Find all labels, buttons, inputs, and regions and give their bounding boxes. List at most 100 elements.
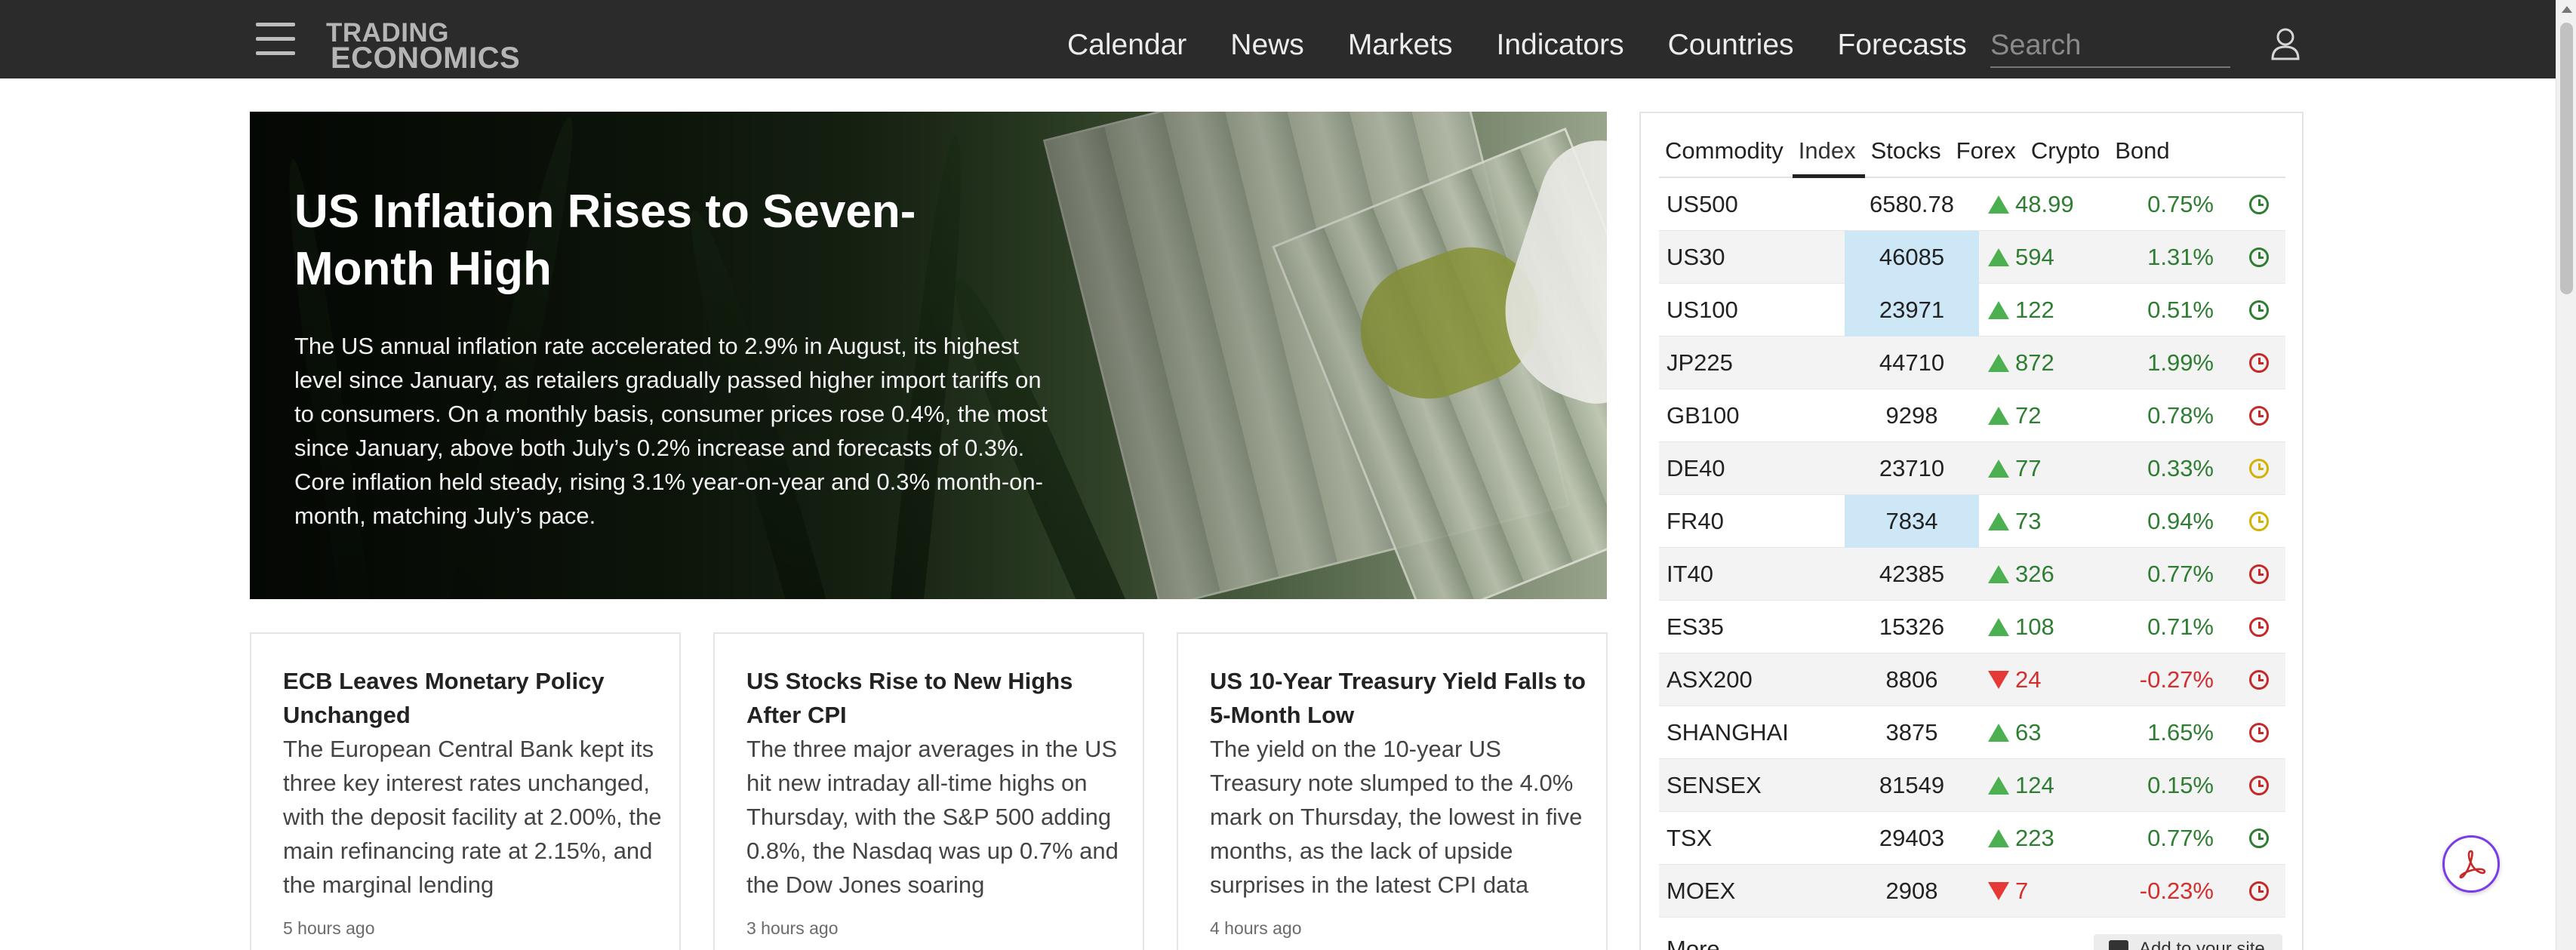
market-percent: 0.51% xyxy=(2147,297,2214,323)
hero-summary: The US annual inflation rate accelerated… xyxy=(294,333,1048,529)
nav-forecasts[interactable]: Forecasts xyxy=(1838,29,1967,62)
clock-icon xyxy=(2249,300,2269,320)
news-card-title[interactable]: ECB Leaves Monetary Policy Unchanged xyxy=(283,664,660,732)
clock-icon xyxy=(2249,776,2269,795)
market-row[interactable]: SHANGHAI 3875 63 1.65% xyxy=(1659,706,2285,759)
tab-index[interactable]: Index xyxy=(1792,127,1865,178)
news-card-body: The European Central Bank kept its three… xyxy=(283,736,662,898)
market-change: 326 xyxy=(2015,561,2054,587)
tab-stocks[interactable]: Stocks xyxy=(1865,127,1950,178)
nav-indicators[interactable]: Indicators xyxy=(1497,29,1624,62)
news-card-time: 4 hours ago xyxy=(1210,918,1302,938)
market-percent: 0.33% xyxy=(2147,455,2214,481)
arrow-up-icon xyxy=(1988,618,2009,636)
market-row[interactable]: IT40 42385 326 0.77% xyxy=(1659,548,2285,601)
market-percent: 1.99% xyxy=(2147,349,2214,376)
market-symbol[interactable]: ASX200 xyxy=(1667,653,1753,706)
market-change: 73 xyxy=(2015,508,2042,534)
news-card-time: 5 hours ago xyxy=(283,918,375,938)
market-price: 2908 xyxy=(1885,878,1938,904)
market-change: 63 xyxy=(2015,719,2042,746)
market-price: 44710 xyxy=(1879,349,1945,376)
news-card[interactable]: ECB Leaves Monetary Policy Unchanged The… xyxy=(250,632,681,950)
market-symbol[interactable]: US500 xyxy=(1667,178,1738,231)
nav-news[interactable]: News xyxy=(1230,29,1304,62)
arrow-up-icon xyxy=(1988,407,2009,425)
market-symbol[interactable]: TSX xyxy=(1667,812,1712,865)
hero-article[interactable]: US Inflation Rises to Seven-Month High T… xyxy=(250,112,1607,599)
market-row[interactable]: US30 46085 594 1.31% xyxy=(1659,231,2285,284)
arrow-up-icon xyxy=(1988,354,2009,372)
market-row[interactable]: MOEX 2908 7 -0.23% xyxy=(1659,865,2285,918)
clock-icon xyxy=(2249,459,2269,478)
nav-markets[interactable]: Markets xyxy=(1348,29,1453,62)
arrow-up-icon xyxy=(1988,565,2009,583)
hero-title[interactable]: US Inflation Rises to Seven-Month High xyxy=(294,183,974,298)
tab-forex[interactable]: Forex xyxy=(1950,127,2025,178)
news-card[interactable]: US Stocks Rise to New Highs After CPI Th… xyxy=(713,632,1144,950)
market-price: 8806 xyxy=(1885,666,1938,693)
news-card-title[interactable]: US 10-Year Treasury Yield Falls to 5-Mon… xyxy=(1210,664,1587,732)
market-row[interactable]: ASX200 8806 24 -0.27% xyxy=(1659,653,2285,706)
market-symbol[interactable]: JP225 xyxy=(1667,337,1733,389)
add-to-site-button[interactable]: Add to your site xyxy=(2094,934,2282,950)
more-link[interactable]: More xyxy=(1667,936,1720,950)
scroll-up-arrow-icon[interactable] xyxy=(2562,6,2572,13)
market-row[interactable]: DE40 23710 77 0.33% xyxy=(1659,442,2285,495)
arrow-up-icon xyxy=(1988,829,2009,847)
top-navigation-bar: TRADING ECONOMICS Calendar News Markets … xyxy=(0,0,2556,78)
market-symbol[interactable]: DE40 xyxy=(1667,442,1725,495)
market-symbol[interactable]: ES35 xyxy=(1667,601,1724,653)
market-symbol[interactable]: US30 xyxy=(1667,231,1725,284)
tab-bond[interactable]: Bond xyxy=(2109,127,2178,178)
site-logo[interactable]: TRADING ECONOMICS xyxy=(326,20,520,73)
clock-icon xyxy=(2249,723,2269,742)
market-percent: 0.94% xyxy=(2147,508,2214,534)
market-percent: 1.65% xyxy=(2147,719,2214,746)
markets-panel: Commodity Index Stocks Forex Crypto Bond… xyxy=(1639,112,2304,950)
market-symbol[interactable]: US100 xyxy=(1667,284,1738,337)
market-row[interactable]: FR40 7834 73 0.94% xyxy=(1659,495,2285,548)
market-symbol[interactable]: SHANGHAI xyxy=(1667,706,1789,759)
news-card-title[interactable]: US Stocks Rise to New Highs After CPI xyxy=(746,664,1124,732)
market-row[interactable]: TSX 29403 223 0.77% xyxy=(1659,812,2285,865)
market-change: 122 xyxy=(2015,297,2054,323)
market-percent: 1.31% xyxy=(2147,244,2214,270)
arrow-up-icon xyxy=(1988,776,2009,795)
news-card[interactable]: US 10-Year Treasury Yield Falls to 5-Mon… xyxy=(1177,632,1608,950)
scroll-thumb[interactable] xyxy=(2560,23,2573,294)
search-input[interactable] xyxy=(1990,24,2230,68)
pdf-icon[interactable] xyxy=(2442,835,2500,893)
arrow-up-icon xyxy=(1988,460,2009,478)
market-price: 23710 xyxy=(1879,455,1945,481)
market-percent: -0.23% xyxy=(2139,878,2214,904)
market-symbol[interactable]: IT40 xyxy=(1667,548,1713,601)
market-price: 23971 xyxy=(1845,284,1979,337)
market-symbol[interactable]: SENSEX xyxy=(1667,759,1762,812)
nav-countries[interactable]: Countries xyxy=(1668,29,1794,62)
market-row[interactable]: ES35 15326 108 0.71% xyxy=(1659,601,2285,653)
market-percent: 0.78% xyxy=(2147,402,2214,429)
market-row[interactable]: SENSEX 81549 124 0.15% xyxy=(1659,759,2285,812)
market-change: 108 xyxy=(2015,613,2054,640)
market-price: 81549 xyxy=(1879,772,1945,798)
nav-calendar[interactable]: Calendar xyxy=(1067,29,1186,62)
market-row[interactable]: GB100 9298 72 0.78% xyxy=(1659,389,2285,442)
hamburger-menu-icon[interactable] xyxy=(256,23,295,56)
market-row[interactable]: US100 23971 122 0.51% xyxy=(1659,284,2285,337)
market-symbol[interactable]: GB100 xyxy=(1667,389,1740,442)
market-price: 29403 xyxy=(1879,825,1945,851)
market-symbol[interactable]: FR40 xyxy=(1667,495,1724,548)
tab-commodity[interactable]: Commodity xyxy=(1659,127,1793,178)
market-row[interactable]: JP225 44710 872 1.99% xyxy=(1659,337,2285,389)
pdf-icon-glyph xyxy=(2459,850,2486,879)
page-scrollbar[interactable] xyxy=(2556,0,2576,950)
market-price: 6580.78 xyxy=(1869,191,1955,217)
market-symbol[interactable]: MOEX xyxy=(1667,865,1735,918)
tab-crypto[interactable]: Crypto xyxy=(2025,127,2109,178)
market-row[interactable]: US500 6580.78 48.99 0.75% xyxy=(1659,178,2285,231)
user-icon[interactable] xyxy=(2270,27,2301,60)
market-price: 3875 xyxy=(1885,719,1938,746)
main-nav: Calendar News Markets Indicators Countri… xyxy=(1067,29,1967,62)
arrow-up-icon xyxy=(1988,195,2009,214)
